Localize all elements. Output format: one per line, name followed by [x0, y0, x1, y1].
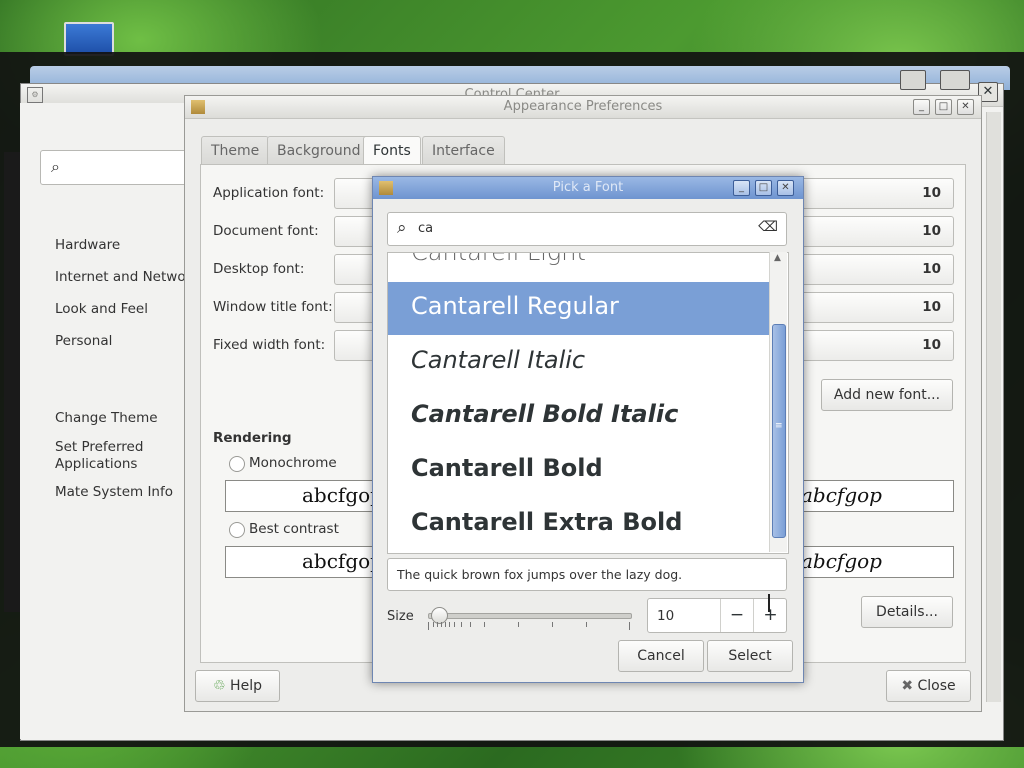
monochrome-preview-text: abcfgop [302, 483, 383, 507]
task-change-theme[interactable]: Change Theme [55, 410, 158, 426]
computer-desktop-icon[interactable] [64, 22, 114, 56]
rendering-heading: Rendering [213, 430, 292, 446]
application-font-size: 10 [922, 185, 941, 201]
font-row-cantarell-extra-bold[interactable]: Cantarell Extra Bold [388, 498, 770, 551]
font-search-input[interactable]: ⌕ ca ⌫ [387, 212, 787, 246]
close-label: Close [917, 678, 956, 694]
control-center-search-input[interactable]: ⌕ [40, 150, 192, 185]
font-row-cantarell-light[interactable]: Cantarell Light [388, 252, 770, 281]
app-icon: ⚙ [27, 87, 43, 103]
font-name: Cantarell Bold Italic [411, 400, 679, 428]
desktop-font-label: Desktop font: [213, 261, 305, 277]
add-new-font-button[interactable]: Add new font... [821, 379, 953, 411]
size-slider[interactable] [428, 613, 632, 619]
size-value: 10 [657, 608, 675, 624]
monochrome-preview: abcfgop [225, 480, 383, 512]
font-name: Cantarell Bold [411, 454, 603, 482]
task-mate-system-info[interactable]: Mate System Info [55, 484, 173, 500]
font-row-cantarell-bold[interactable]: Cantarell Bold [388, 444, 770, 497]
category-personal[interactable]: Personal [55, 333, 112, 349]
close-icon: ✖ [901, 678, 914, 694]
tab-background[interactable]: Background [267, 136, 371, 165]
category-hardware[interactable]: Hardware [55, 237, 120, 253]
monochrome-preview-right: abcfgop [801, 480, 954, 512]
font-search-value: ca [418, 221, 434, 236]
scrollbar-thumb[interactable]: ≡ [772, 324, 786, 538]
category-look-and-feel[interactable]: Look and Feel [55, 301, 148, 317]
minimize-button[interactable]: _ [913, 99, 930, 115]
control-center-scrollbar[interactable] [986, 112, 1001, 702]
best-contrast-label: Best contrast [249, 521, 339, 537]
scroll-up-icon[interactable]: ▲ [774, 253, 781, 263]
details-button[interactable]: Details... [861, 596, 953, 628]
pick-font-titlebar[interactable]: Pick a Font _ □ ✕ [373, 177, 803, 199]
maximize-button[interactable]: □ [935, 99, 952, 115]
monochrome-label: Monochrome [249, 455, 337, 471]
back-maximize-button[interactable] [940, 70, 970, 90]
best-contrast-radio[interactable] [229, 522, 245, 538]
monochrome-radio[interactable] [229, 456, 245, 472]
preview-text-right-1: abcfgop [801, 483, 882, 507]
close-window-button[interactable]: ✕ [957, 99, 974, 115]
pick-font-minimize-button[interactable]: _ [733, 180, 750, 196]
document-font-label: Document font: [213, 223, 319, 239]
text-cursor-icon [768, 594, 776, 612]
window-title-font-size: 10 [922, 299, 941, 315]
preview-text-right-2: abcfgop [801, 549, 882, 573]
font-name: Cantarell Regular [411, 292, 619, 320]
font-name: Cantarell Light [411, 252, 586, 266]
tab-interface[interactable]: Interface [422, 136, 505, 165]
terminal-window-edge [4, 152, 21, 612]
task-preferred-applications[interactable]: Set Preferred Applications [55, 439, 155, 473]
font-name: Cantarell Extra Bold [411, 508, 683, 536]
fixed-width-font-size: 10 [922, 337, 941, 353]
window-title-font-label: Window title font: [213, 299, 333, 315]
appearance-titlebar[interactable]: Appearance Preferences _ □ ✕ [185, 96, 981, 119]
size-label: Size [387, 609, 414, 624]
font-name: Cantarell Italic [411, 346, 586, 374]
pick-font-close-button[interactable]: ✕ [777, 180, 794, 196]
clear-search-icon[interactable]: ⌫ [758, 219, 778, 235]
appearance-title: Appearance Preferences [503, 99, 663, 114]
cancel-button[interactable]: Cancel [618, 640, 704, 672]
grip-icon: ≡ [775, 421, 783, 431]
size-decrease-button[interactable]: − [720, 599, 753, 632]
size-spin-field[interactable]: 10 − + [647, 598, 787, 633]
font-row-cantarell-italic[interactable]: Cantarell Italic [388, 336, 770, 389]
help-label: Help [230, 678, 262, 694]
size-slider-ticks [428, 622, 633, 630]
pick-font-title: Pick a Font [552, 180, 624, 195]
font-row-cantarell-regular[interactable]: Cantarell Regular [388, 282, 770, 335]
document-font-size: 10 [922, 223, 941, 239]
appearance-app-icon [191, 100, 205, 114]
preview-sentence: The quick brown fox jumps over the lazy … [397, 567, 683, 582]
search-icon: ⌕ [397, 218, 407, 238]
help-icon: ♲ [213, 678, 226, 694]
font-list-scrollbar[interactable]: ▲ ≡ [769, 252, 787, 552]
pick-font-app-icon [379, 181, 393, 195]
back-minimize-button[interactable] [900, 70, 926, 90]
close-button[interactable]: ✖ Close [886, 670, 971, 702]
best-contrast-preview: abcfgop [225, 546, 383, 578]
font-row-cantarell-bold-italic[interactable]: Cantarell Bold Italic [388, 390, 770, 443]
best-contrast-preview-text: abcfgop [302, 549, 383, 573]
search-icon: ⌕ [51, 157, 60, 176]
preview-sentence-field[interactable]: The quick brown fox jumps over the lazy … [387, 558, 787, 591]
fixed-width-font-label: Fixed width font: [213, 337, 326, 353]
best-contrast-preview-right: abcfgop [801, 546, 954, 578]
tab-theme[interactable]: Theme [201, 136, 270, 165]
pick-font-maximize-button[interactable]: □ [755, 180, 772, 196]
help-button[interactable]: ♲ Help [195, 670, 280, 702]
category-internet-network[interactable]: Internet and Network [55, 269, 199, 285]
select-button[interactable]: Select [707, 640, 793, 672]
tab-fonts[interactable]: Fonts [363, 136, 421, 166]
application-font-label: Application font: [213, 185, 325, 201]
desktop-font-size: 10 [922, 261, 941, 277]
font-list[interactable]: Cantarell Light Cantarell Regular Cantar… [387, 252, 789, 554]
